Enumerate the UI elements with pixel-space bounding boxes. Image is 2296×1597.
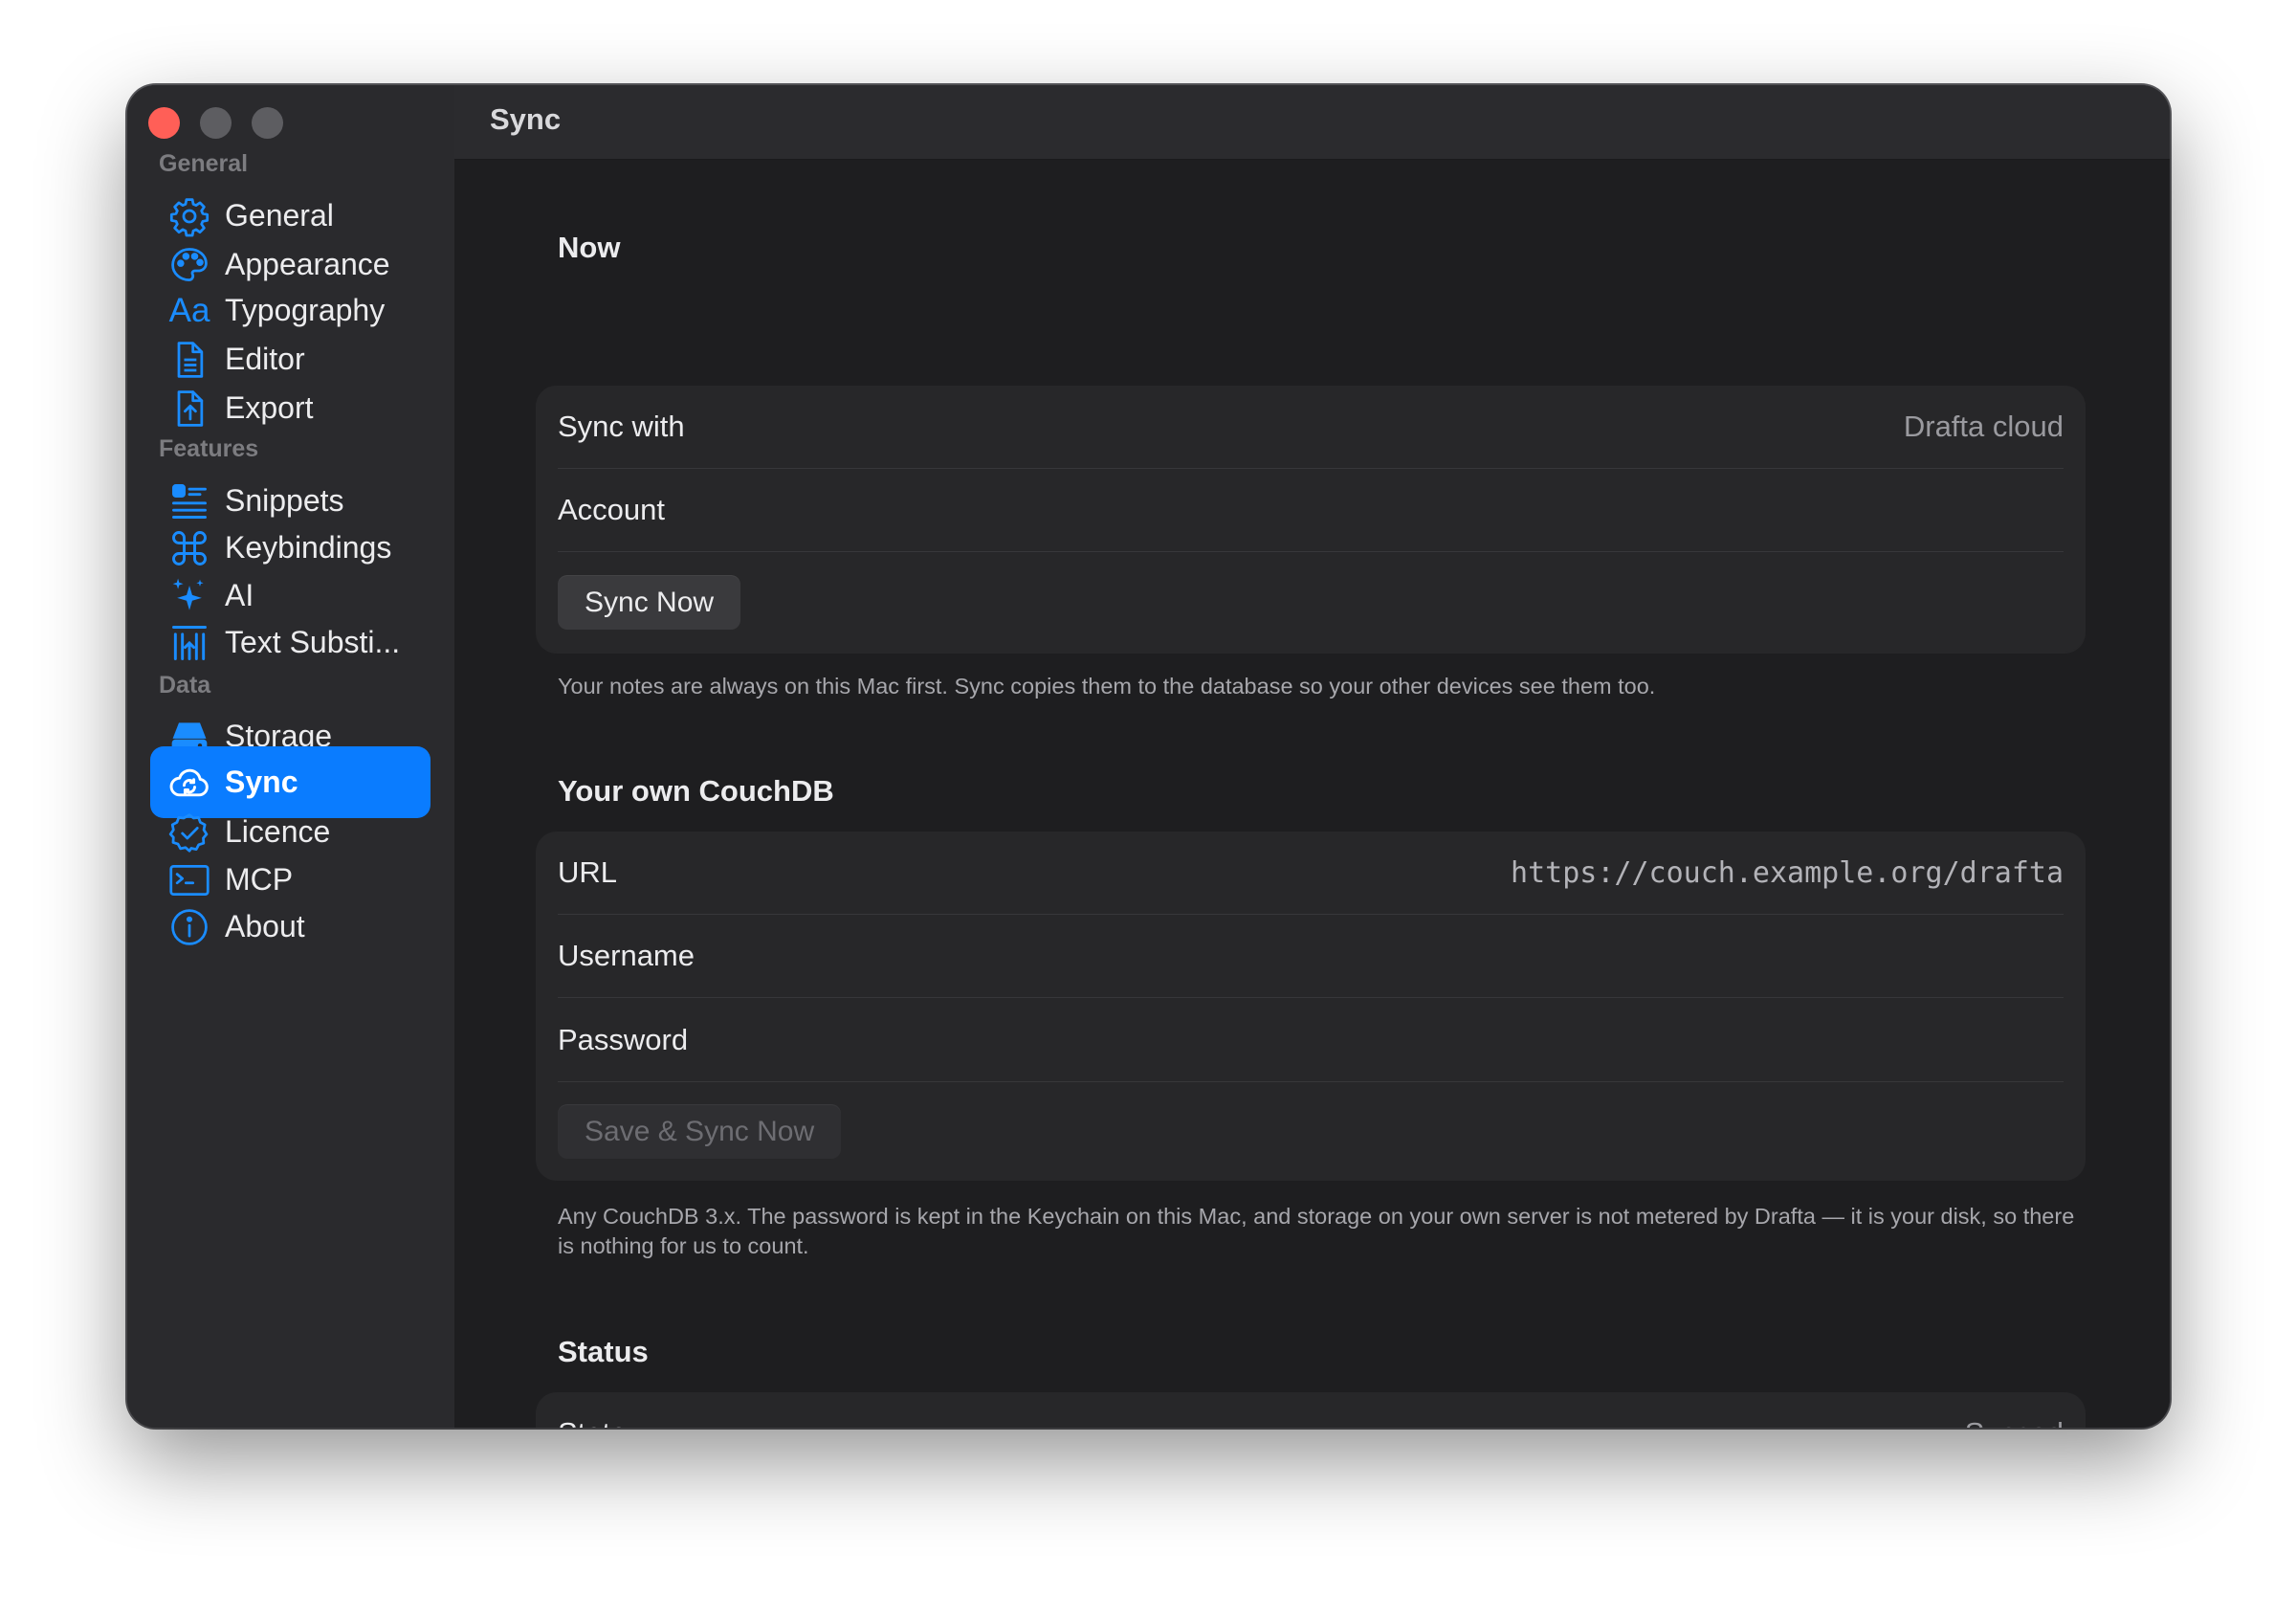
section-title-now: Now: [558, 231, 621, 264]
url-label: URL: [558, 855, 618, 889]
sync-now-button[interactable]: Sync Now: [558, 575, 741, 630]
couchdb-group: URL https://couch.example.org/drafta Use…: [536, 832, 2086, 1181]
close-window-button[interactable]: [148, 107, 180, 139]
save-and-sync-button[interactable]: Save & Sync Now: [558, 1104, 842, 1159]
state-value: Synced: [1965, 1416, 2064, 1428]
export-icon: [167, 387, 211, 431]
sidebar-item-about[interactable]: About: [150, 891, 430, 963]
sidebar-item-label: Export: [225, 390, 314, 425]
sidebar-item-text-substitutions[interactable]: Text Substi...: [150, 607, 430, 678]
sidebar-section-general: General: [159, 150, 249, 177]
sidebar-item-label: Text Substi...: [225, 625, 401, 659]
couchdb-note: Any CouchDB 3.x. The password is kept in…: [558, 1204, 2075, 1258]
sync-with-value[interactable]: Drafta cloud: [1904, 410, 2064, 444]
sidebar-item-export[interactable]: Export: [150, 372, 430, 444]
sync-with-row[interactable]: Sync with Drafta cloud: [558, 386, 2064, 469]
password-label: Password: [558, 1023, 689, 1056]
url-field[interactable]: https://couch.example.org/drafta: [1511, 856, 2064, 890]
now-note: Your notes are always on this Mac first.…: [558, 674, 1656, 699]
sidebar-section-features: Features: [159, 435, 259, 462]
titlebar: Sync: [454, 85, 2170, 160]
username-label: Username: [558, 939, 695, 972]
sync-settings-pane: Now Sync with Drafta cloud Account Sync …: [454, 160, 2170, 1428]
window-title: Sync: [490, 102, 562, 136]
window-controls: [148, 107, 283, 139]
section-title-status: Status: [558, 1335, 649, 1368]
state-row: State Synced: [558, 1392, 2064, 1428]
section-title-couchdb: Your own CouchDB: [558, 774, 834, 808]
minimize-window-button[interactable]: [200, 107, 232, 139]
sidebar-item-label: About: [225, 909, 305, 943]
sidebar-item-label: Sync: [225, 765, 298, 799]
url-row[interactable]: URL https://couch.example.org/drafta: [558, 832, 2064, 915]
account-row: Account: [558, 469, 2064, 552]
status-group: State Synced: [536, 1392, 2086, 1428]
info-icon: [167, 905, 211, 949]
settings-window: General General Appearance Aa Typography…: [127, 85, 2170, 1428]
sync-with-label: Sync with: [558, 410, 685, 443]
now-group: Sync with Drafta cloud Account Sync Now: [536, 386, 2086, 652]
state-label: State: [558, 1416, 627, 1428]
text-substitution-icon: [167, 621, 211, 665]
password-row[interactable]: Password: [558, 999, 2064, 1082]
sidebar: General General Appearance Aa Typography…: [127, 85, 454, 1428]
sidebar-section-data: Data: [159, 672, 211, 699]
zoom-window-button[interactable]: [252, 107, 283, 139]
account-label: Account: [558, 493, 666, 526]
username-row[interactable]: Username: [558, 915, 2064, 998]
